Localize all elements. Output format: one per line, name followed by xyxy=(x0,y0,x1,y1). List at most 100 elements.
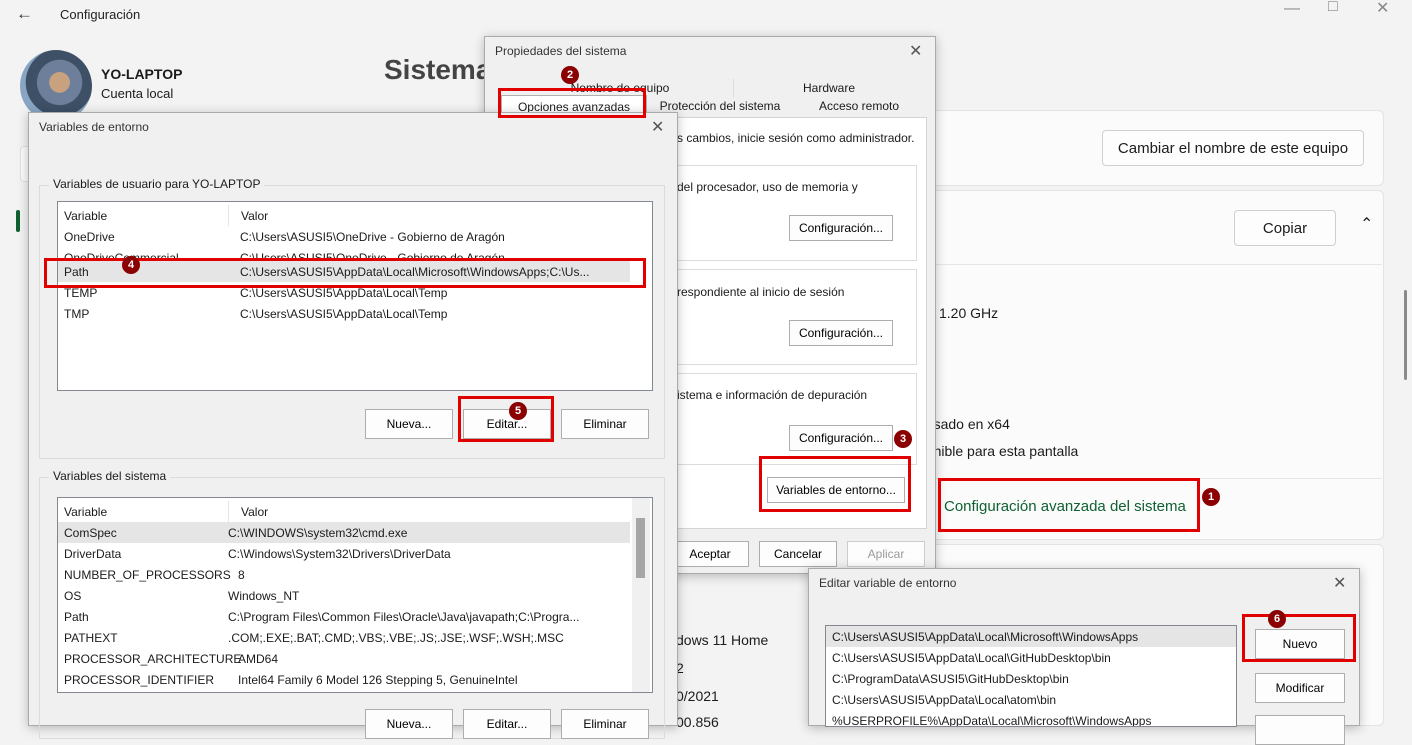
win-edition: dows 11 Home xyxy=(676,632,769,648)
modify-entry-button[interactable]: Modificar xyxy=(1255,673,1345,703)
startup-settings-button[interactable]: Configuración... xyxy=(789,425,893,451)
path-entry: C:\Users\ASUSI5\AppData\Local\Microsoft\… xyxy=(832,629,1139,644)
var-name: PATHEXT xyxy=(64,630,118,645)
highlight-advanced-tab xyxy=(498,88,646,118)
var-name: DriverData xyxy=(64,546,122,561)
environment-variables-dialog: Variables de entorno ✕ Variables de usua… xyxy=(28,112,678,739)
path-entries-list[interactable]: C:\Users\ASUSI5\AppData\Local\Microsoft\… xyxy=(825,625,1237,727)
performance-text: del procesador, uso de memoria y xyxy=(677,180,858,194)
path-entry: C:\Users\ASUSI5\AppData\Local\atom\bin xyxy=(832,692,1057,707)
performance-settings-button[interactable]: Configuración... xyxy=(789,215,893,241)
tab-hardware[interactable]: Hardware xyxy=(733,79,924,97)
copy-button[interactable]: Copiar xyxy=(1234,210,1336,246)
var-value: C:\Users\ASUSI5\AppData\Local\Temp xyxy=(240,306,448,321)
close-icon[interactable]: ✕ xyxy=(1376,0,1389,18)
column-variable[interactable]: Variable xyxy=(64,209,107,223)
profiles-settings-button[interactable]: Configuración... xyxy=(789,320,893,346)
user-delete-button[interactable]: Eliminar xyxy=(561,409,649,439)
step-badge-5: 5 xyxy=(509,402,527,420)
var-name: PROCESSOR_ARCHITECTURE xyxy=(64,651,242,666)
dialog-title: Propiedades del sistema xyxy=(495,44,627,58)
startup-recovery-text: istema e información de depuración xyxy=(677,388,868,402)
divider xyxy=(930,264,1382,265)
rename-pc-button[interactable]: Cambiar el nombre de este equipo xyxy=(1102,130,1364,166)
var-value: C:\WINDOWS\system32\cmd.exe xyxy=(228,525,408,540)
spec-pen: ponible para esta pantalla xyxy=(918,443,1079,459)
table-row[interactable]: OneDrive C:\Users\ASUSI5\OneDrive - Gobi… xyxy=(58,226,650,247)
var-name: OneDrive xyxy=(64,229,115,244)
win-install-date: 0/2021 xyxy=(676,688,719,704)
page-title: Sistema xyxy=(384,54,492,85)
var-name: Path xyxy=(64,609,89,624)
column-variable[interactable]: Variable xyxy=(64,505,107,519)
highlight-advanced-link xyxy=(938,478,1200,532)
var-value: Windows_NT xyxy=(228,588,300,603)
table-row[interactable]: DriverData C:\Windows\System32\Drivers\D… xyxy=(58,543,630,564)
chevron-up-icon[interactable]: ⌃ xyxy=(1360,214,1373,234)
var-name: PROCESSOR_IDENTIFIER xyxy=(64,672,215,687)
path-entry: C:\Users\ASUSI5\AppData\Local\GitHubDesk… xyxy=(832,650,1111,665)
close-icon[interactable]: ✕ xyxy=(909,41,922,61)
user-variables-label: Variables de usuario para YO-LAPTOP xyxy=(49,177,265,191)
user-new-button[interactable]: Nueva... xyxy=(365,409,453,439)
win-build: 00.856 xyxy=(676,714,719,730)
list-item[interactable]: C:\Users\ASUSI5\AppData\Local\GitHubDesk… xyxy=(826,647,1236,668)
column-value[interactable]: Valor xyxy=(228,501,631,522)
cancel-button[interactable]: Cancelar xyxy=(759,541,837,567)
highlight-env-button xyxy=(759,456,911,512)
table-row[interactable]: PROCESSOR_IDENTIFIER Intel64 Family 6 Mo… xyxy=(58,669,630,690)
user-profiles-group xyxy=(661,269,917,365)
ok-button[interactable]: Aceptar xyxy=(671,541,749,567)
startup-recovery-group xyxy=(661,373,917,465)
step-badge-6: 6 xyxy=(1268,610,1286,628)
minimize-icon[interactable]: — xyxy=(1284,0,1300,18)
apply-button[interactable]: Aplicar xyxy=(847,541,925,567)
table-row[interactable]: TMP C:\Users\ASUSI5\AppData\Local\Temp xyxy=(58,303,650,324)
dialog-title: Variables de entorno xyxy=(39,120,149,134)
step-badge-3: 3 xyxy=(894,430,912,448)
step-badge-4: 4 xyxy=(122,256,140,274)
var-value: C:\Program Files\Common Files\Oracle\Jav… xyxy=(228,609,580,624)
var-value: AMD64 xyxy=(238,651,279,666)
list-item[interactable]: %USERPROFILE%\AppData\Local\Microsoft\Wi… xyxy=(826,710,1236,727)
table-row-selected[interactable]: ComSpec C:\WINDOWS\system32\cmd.exe xyxy=(58,522,630,543)
user-profiles-text: respondiente al inicio de sesión xyxy=(677,285,845,299)
column-value[interactable]: Valor xyxy=(228,205,631,226)
path-entry: %USERPROFILE%\AppData\Local\Microsoft\Wi… xyxy=(832,713,1152,727)
highlight-new-button xyxy=(1242,614,1356,662)
system-variables-list[interactable]: Variable Valor ComSpec C:\WINDOWS\system… xyxy=(57,497,653,693)
back-arrow-icon[interactable]: ← xyxy=(16,4,33,24)
var-name: ComSpec xyxy=(64,525,117,540)
table-row[interactable]: NUMBER_OF_PROCESSORS 8 xyxy=(58,564,630,585)
table-row[interactable]: Path C:\Program Files\Common Files\Oracl… xyxy=(58,606,630,627)
tab-remote-access[interactable]: Acceso remoto xyxy=(795,97,923,115)
list-item-selected[interactable]: C:\Users\ASUSI5\AppData\Local\Microsoft\… xyxy=(826,626,1236,647)
step-badge-2: 2 xyxy=(561,66,579,84)
maximize-icon[interactable]: □ xyxy=(1328,0,1338,16)
dialog-title: Editar variable de entorno xyxy=(819,576,957,590)
settings-scrollbar[interactable] xyxy=(1404,290,1407,380)
var-name: OS xyxy=(64,588,82,603)
var-value: 8 xyxy=(238,567,245,582)
list-item[interactable]: C:\ProgramData\ASUSI5\GitHubDesktop\bin xyxy=(826,668,1236,689)
system-edit-button[interactable]: Editar... xyxy=(463,709,551,739)
admin-note: s cambios, inicie sesión como administra… xyxy=(677,131,915,145)
table-row[interactable]: PROCESSOR_ARCHITECTURE AMD64 xyxy=(58,648,630,669)
nav-indicator xyxy=(16,210,20,232)
close-icon[interactable]: ✕ xyxy=(651,117,664,137)
list-header: Variable Valor xyxy=(58,205,630,226)
browse-button[interactable] xyxy=(1255,715,1345,745)
list-item[interactable]: C:\Users\ASUSI5\AppData\Local\atom\bin xyxy=(826,689,1236,710)
close-icon[interactable]: ✕ xyxy=(1333,573,1346,593)
table-row[interactable]: PATHEXT .COM;.EXE;.BAT;.CMD;.VBS;.VBE;.J… xyxy=(58,627,630,648)
system-delete-button[interactable]: Eliminar xyxy=(561,709,649,739)
user-variables-list[interactable]: Variable Valor OneDrive C:\Users\ASUSI5\… xyxy=(57,201,653,391)
step-badge-1: 1 xyxy=(1202,488,1220,506)
account-type: Cuenta local xyxy=(101,86,174,101)
var-value: .COM;.EXE;.BAT;.CMD;.VBS;.VBE;.JS;.JSE;.… xyxy=(228,630,564,645)
table-row[interactable]: OS Windows_NT xyxy=(58,585,630,606)
scrollbar-thumb[interactable] xyxy=(636,518,645,578)
scrollbar[interactable] xyxy=(632,498,650,692)
system-new-button[interactable]: Nueva... xyxy=(365,709,453,739)
system-variables-label: Variables del sistema xyxy=(49,469,171,483)
